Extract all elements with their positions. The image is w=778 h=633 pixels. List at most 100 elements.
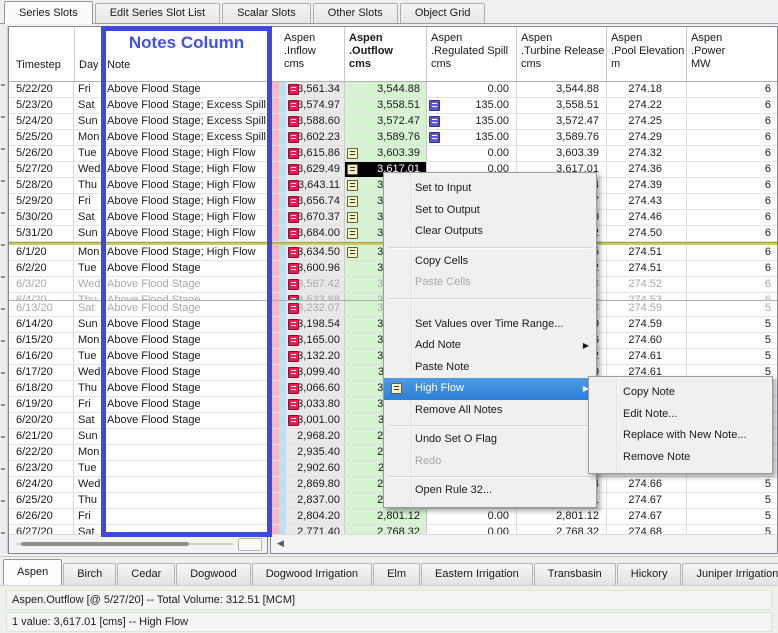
- cell-timestep[interactable]: 5/25/20: [9, 130, 74, 145]
- cell-inflow[interactable]: 3,588.60: [286, 114, 345, 129]
- cell-pool-elevation[interactable]: 274.67: [607, 493, 687, 508]
- table-row[interactable]: 6/13/20SatAbove Flood Stage: [9, 301, 267, 317]
- cell-power[interactable]: 6: [687, 245, 777, 260]
- menu-item-clear-outputs[interactable]: Clear Outputs: [384, 221, 596, 243]
- cell-note[interactable]: Above Flood Stage: [102, 365, 267, 380]
- cell-pool-elevation[interactable]: 274.51: [607, 245, 687, 260]
- cell-inflow[interactable]: 2,837.00: [286, 493, 345, 508]
- cell-note[interactable]: Above Flood Stage: [102, 317, 267, 332]
- cell-inflow[interactable]: 3,602.23: [286, 130, 345, 145]
- cell-day[interactable]: Sun: [74, 317, 102, 332]
- menu-item-remove-note[interactable]: Remove Note: [589, 447, 772, 469]
- cell-day[interactable]: Wed: [74, 162, 102, 177]
- cell-timestep[interactable]: 6/14/20: [9, 317, 74, 332]
- cell-timestep[interactable]: 5/28/20: [9, 178, 74, 193]
- cell-regulated-spill[interactable]: 0.00: [427, 146, 517, 161]
- table-row[interactable]: 3,574.973,558.51135.003,558.51274.226: [271, 98, 777, 114]
- cell-pool-elevation[interactable]: 274.59: [607, 317, 687, 332]
- cell-outflow[interactable]: 3,603.39: [345, 146, 427, 161]
- cell-timestep[interactable]: 6/20/20: [9, 413, 74, 428]
- menu-item-high-flow[interactable]: High Flow▶: [384, 378, 596, 400]
- cell-power[interactable]: 6: [687, 162, 777, 177]
- object-tab-cedar[interactable]: Cedar: [117, 563, 175, 585]
- cell-pool-elevation[interactable]: 274.25: [607, 114, 687, 129]
- table-row[interactable]: 2,771.402,768.320.002,768.32274.685: [271, 525, 777, 534]
- cell-inflow[interactable]: 3,001.00: [286, 413, 345, 428]
- table-row[interactable]: 3,615.863,603.390.003,603.39274.326: [271, 146, 777, 162]
- tab-object-grid[interactable]: Object Grid: [400, 3, 486, 23]
- column-header-inflow[interactable]: Aspen.Inflowcms: [271, 27, 345, 81]
- cell-pool-elevation[interactable]: 274.50: [607, 226, 687, 241]
- cell-regulated-spill[interactable]: 0.00: [427, 525, 517, 534]
- cell-turbine-release[interactable]: 2,768.32: [517, 525, 607, 534]
- cell-power[interactable]: 6: [687, 82, 777, 97]
- cell-timestep[interactable]: 5/29/20: [9, 194, 74, 209]
- cell-day[interactable]: Fri: [74, 194, 102, 209]
- cell-note[interactable]: Above Flood Stage; Excess Spill: [102, 114, 267, 129]
- cell-timestep[interactable]: 6/24/20: [9, 477, 74, 492]
- menu-item-copy-note[interactable]: Copy Note: [589, 382, 772, 404]
- table-row[interactable]: 3,561.343,544.880.003,544.88274.186: [271, 82, 777, 98]
- table-row[interactable]: 6/26/20Fri: [9, 509, 267, 525]
- cell-timestep[interactable]: 6/19/20: [9, 397, 74, 412]
- cell-turbine-release[interactable]: 3,558.51: [517, 98, 607, 113]
- cell-pool-elevation[interactable]: 274.51: [607, 261, 687, 276]
- cell-inflow[interactable]: 2,804.20: [286, 509, 345, 524]
- object-tab-elm[interactable]: Elm: [373, 563, 420, 585]
- menu-item-add-note[interactable]: Add Note▶: [384, 335, 596, 357]
- cell-timestep[interactable]: 5/27/20: [9, 162, 74, 177]
- cell-power[interactable]: 6: [687, 146, 777, 161]
- object-tab-eastern-irrigation[interactable]: Eastern Irrigation: [421, 563, 533, 585]
- cell-power[interactable]: 5: [687, 525, 777, 534]
- cell-day[interactable]: Tue: [74, 461, 102, 476]
- cell-power[interactable]: 6: [687, 98, 777, 113]
- cell-pool-elevation[interactable]: 274.66: [607, 477, 687, 492]
- cell-outflow[interactable]: 2,768.32: [345, 525, 427, 534]
- table-row[interactable]: 6/16/20TueAbove Flood Stage: [9, 349, 267, 365]
- cell-day[interactable]: Mon: [74, 130, 102, 145]
- cell-inflow[interactable]: 2,968.20: [286, 429, 345, 444]
- cell-note[interactable]: [102, 461, 267, 476]
- cell-inflow[interactable]: 3,656.74: [286, 194, 345, 209]
- table-row[interactable]: 6/15/20MonAbove Flood Stage: [9, 333, 267, 349]
- cell-pool-elevation[interactable]: 274.39: [607, 178, 687, 193]
- table-row[interactable]: 6/23/20Tue: [9, 461, 267, 477]
- column-header-power[interactable]: Aspen.PowerMW: [687, 27, 777, 81]
- cell-note[interactable]: [102, 525, 267, 534]
- column-header-turbine-release[interactable]: Aspen.Turbine Releasecms: [517, 27, 607, 81]
- cell-power[interactable]: 5: [687, 509, 777, 524]
- cell-timestep[interactable]: 5/24/20: [9, 114, 74, 129]
- table-row[interactable]: 6/17/20WedAbove Flood Stage: [9, 365, 267, 381]
- tab-series-slots[interactable]: Series Slots: [4, 1, 93, 24]
- cell-day[interactable]: Thu: [74, 178, 102, 193]
- tab-edit-series-slot-list[interactable]: Edit Series Slot List: [95, 3, 220, 23]
- cell-note[interactable]: [102, 429, 267, 444]
- cell-note[interactable]: Above Flood Stage; High Flow: [102, 226, 267, 241]
- cell-note[interactable]: Above Flood Stage; High Flow: [102, 178, 267, 193]
- table-row[interactable]: 5/22/20FriAbove Flood Stage: [9, 82, 267, 98]
- cell-power[interactable]: 5: [687, 333, 777, 348]
- cell-day[interactable]: Sat: [74, 301, 102, 316]
- cell-timestep[interactable]: 6/27/20: [9, 525, 74, 534]
- cell-day[interactable]: Sat: [74, 413, 102, 428]
- table-row[interactable]: 6/20/20SatAbove Flood Stage: [9, 413, 267, 429]
- cell-note[interactable]: Above Flood Stage; Excess Spill: [102, 130, 267, 145]
- cell-inflow[interactable]: 3,684.00: [286, 226, 345, 241]
- cell-outflow[interactable]: 3,544.88: [345, 82, 427, 97]
- cell-day[interactable]: Sun: [74, 226, 102, 241]
- cell-inflow[interactable]: 3,634.50: [286, 245, 345, 260]
- cell-timestep[interactable]: 6/25/20: [9, 493, 74, 508]
- cell-pool-elevation[interactable]: 274.18: [607, 82, 687, 97]
- cell-inflow[interactable]: 3,099.40: [286, 365, 345, 380]
- cell-note[interactable]: [102, 477, 267, 492]
- cell-day[interactable]: Fri: [74, 397, 102, 412]
- cell-power[interactable]: 6: [687, 293, 777, 300]
- cell-regulated-spill[interactable]: 135.00: [427, 130, 517, 145]
- cell-day[interactable]: Fri: [74, 509, 102, 524]
- cell-note[interactable]: [102, 445, 267, 460]
- cell-day[interactable]: Mon: [74, 333, 102, 348]
- right-pane-hscrollbar[interactable]: ◀: [271, 534, 777, 553]
- cell-day[interactable]: Sat: [74, 98, 102, 113]
- cell-day[interactable]: Tue: [74, 146, 102, 161]
- cell-inflow[interactable]: 2,869.80: [286, 477, 345, 492]
